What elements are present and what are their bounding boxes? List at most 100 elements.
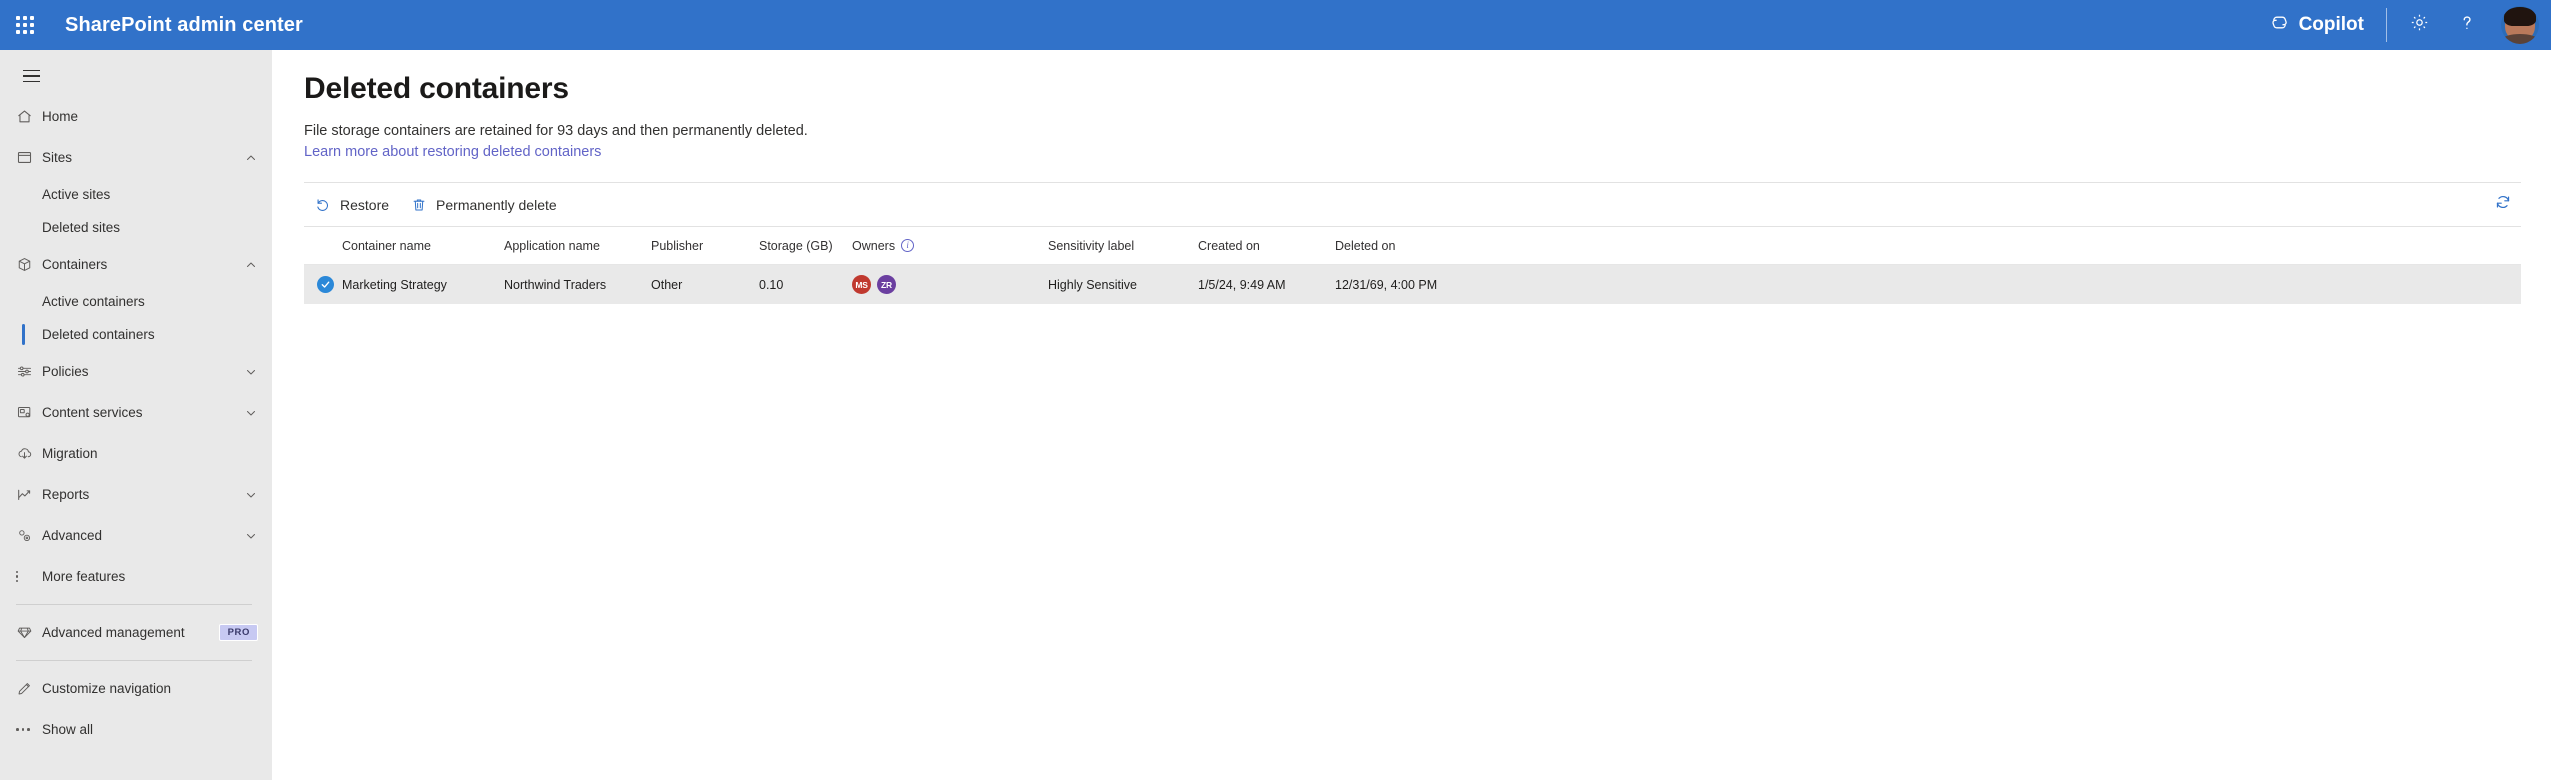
- chevron-down-icon[interactable]: [244, 407, 258, 419]
- owner-avatar[interactable]: ZR: [877, 275, 896, 294]
- gear-icon: [2409, 12, 2430, 38]
- trash-icon: [411, 197, 427, 213]
- cell-deleted-on: 12/31/69, 4:00 PM: [1335, 277, 1438, 292]
- sidebar-item-sites[interactable]: Sites: [0, 137, 272, 178]
- cell-application-name: Northwind Traders: [504, 277, 607, 292]
- sidebar-item-label: More features: [42, 569, 126, 584]
- sidebar-item-show-all[interactable]: Show all: [0, 709, 272, 750]
- permanently-delete-button[interactable]: Permanently delete: [400, 187, 568, 223]
- sidebar-subitem-label: Deleted containers: [42, 327, 155, 342]
- header-actions: Copilot: [2255, 0, 2551, 50]
- menu-toggle-button[interactable]: [6, 56, 56, 96]
- pencil-icon: [16, 680, 42, 697]
- table-row[interactable]: Marketing Strategy Northwind Traders Oth…: [304, 265, 2521, 304]
- suite-title: SharePoint admin center: [65, 13, 303, 36]
- sidebar-item-containers[interactable]: Containers: [0, 244, 272, 285]
- sites-icon: [16, 149, 42, 166]
- refresh-button[interactable]: [2485, 187, 2521, 223]
- sidebar-item-active-sites[interactable]: Active sites: [0, 178, 272, 211]
- help-button[interactable]: [2443, 0, 2491, 50]
- pro-badge: PRO: [218, 623, 258, 642]
- learn-more-link[interactable]: Learn more about restoring deleted conta…: [304, 144, 601, 160]
- sidebar-item-label: Home: [42, 109, 79, 124]
- diamond-icon: [16, 624, 42, 641]
- sidebar-item-label: Advanced management: [42, 625, 185, 640]
- checkmark-circle-icon[interactable]: [317, 276, 334, 293]
- cell-container-name: Marketing Strategy: [342, 277, 447, 292]
- suite-header: SharePoint admin center Copilot: [0, 0, 2551, 50]
- chevron-up-icon[interactable]: [244, 152, 258, 164]
- question-mark-icon: [2456, 12, 2478, 39]
- policies-icon: [16, 363, 42, 380]
- containers-icon: [16, 256, 42, 273]
- sidebar-item-active-containers[interactable]: Active containers: [0, 285, 272, 318]
- column-header-container-name[interactable]: Container name: [342, 239, 504, 253]
- column-header-owners[interactable]: Owners i: [852, 239, 1048, 253]
- sidebar-item-deleted-containers[interactable]: Deleted containers: [0, 318, 272, 351]
- sidebar-item-label: Customize navigation: [42, 681, 172, 696]
- sidebar-item-label: Content services: [42, 405, 143, 420]
- restore-label: Restore: [340, 196, 390, 213]
- sidebar-item-advanced-management[interactable]: Advanced management PRO: [0, 612, 272, 653]
- user-avatar[interactable]: [2501, 6, 2539, 44]
- containers-table: Container name Application name Publishe…: [304, 227, 2521, 304]
- row-select-cell[interactable]: [304, 276, 342, 293]
- cell-owners: MS ZR: [852, 275, 1048, 294]
- sidebar-item-content-services[interactable]: Content services: [0, 392, 272, 433]
- page-description: File storage containers are retained for…: [304, 123, 808, 139]
- restore-button[interactable]: Restore: [304, 187, 400, 223]
- sidebar-item-label: Reports: [42, 487, 90, 502]
- chevron-down-icon[interactable]: [244, 489, 258, 501]
- column-header-storage[interactable]: Storage (GB): [759, 239, 852, 253]
- sidebar-item-label: Sites: [42, 150, 73, 165]
- command-bar: Restore Permanently delete: [304, 182, 2521, 227]
- sidebar-item-label: Advanced: [42, 528, 103, 543]
- ellipsis-icon: [16, 728, 42, 731]
- settings-button[interactable]: [2395, 0, 2443, 50]
- hamburger-icon: [22, 69, 40, 72]
- migration-icon: [16, 445, 42, 462]
- table-header-row: Container name Application name Publishe…: [304, 227, 2521, 265]
- sidebar-item-policies[interactable]: Policies: [0, 351, 272, 392]
- sidebar-divider: [16, 604, 252, 605]
- chevron-down-icon[interactable]: [244, 530, 258, 542]
- content-services-icon: [16, 404, 42, 421]
- sidebar-item-advanced[interactable]: Advanced: [0, 515, 272, 556]
- sidebar-item-reports[interactable]: Reports: [0, 474, 272, 515]
- waffle-grid-icon: [16, 16, 34, 34]
- cell-sensitivity-label: Highly Sensitive: [1048, 277, 1137, 292]
- sidebar-item-home[interactable]: Home: [0, 96, 272, 137]
- sidebar-item-label: Show all: [42, 722, 94, 737]
- sidebar-item-migration[interactable]: Migration: [0, 433, 272, 474]
- cell-publisher: Other: [651, 277, 683, 292]
- column-header-owners-label: Owners: [852, 238, 896, 253]
- owner-avatar[interactable]: MS: [852, 275, 871, 294]
- header-divider: [2386, 8, 2387, 42]
- app-launcher-button[interactable]: [0, 0, 50, 50]
- column-header-application-name[interactable]: Application name: [504, 239, 651, 253]
- sidebar-item-deleted-sites[interactable]: Deleted sites: [0, 211, 272, 244]
- advanced-icon: [16, 527, 42, 544]
- sidebar: Home Sites Active sites Deleted sites Co…: [0, 50, 272, 780]
- sidebar-item-more-features[interactable]: More features: [0, 556, 272, 597]
- home-icon: [16, 108, 42, 125]
- sidebar-item-customize-navigation[interactable]: Customize navigation: [0, 668, 272, 709]
- column-header-sensitivity-label[interactable]: Sensitivity label: [1048, 239, 1198, 253]
- chevron-down-icon[interactable]: [244, 366, 258, 378]
- sidebar-subitem-label: Active sites: [42, 187, 111, 202]
- undo-arrow-icon: [315, 197, 331, 213]
- reports-icon: [16, 486, 42, 503]
- column-header-created-on[interactable]: Created on: [1198, 239, 1335, 253]
- column-header-deleted-on[interactable]: Deleted on: [1335, 239, 1535, 253]
- info-icon[interactable]: i: [901, 239, 915, 252]
- chevron-up-icon[interactable]: [244, 259, 258, 271]
- sidebar-item-label: Containers: [42, 257, 108, 272]
- permanently-delete-label: Permanently delete: [436, 196, 557, 213]
- more-features-icon: [16, 570, 42, 583]
- copilot-button[interactable]: Copilot: [2255, 0, 2378, 50]
- sidebar-item-label: Policies: [42, 364, 89, 379]
- sidebar-subitem-label: Deleted sites: [42, 220, 121, 235]
- copilot-icon: [2269, 12, 2290, 38]
- column-header-publisher[interactable]: Publisher: [651, 239, 759, 253]
- copilot-label: Copilot: [2298, 14, 2364, 35]
